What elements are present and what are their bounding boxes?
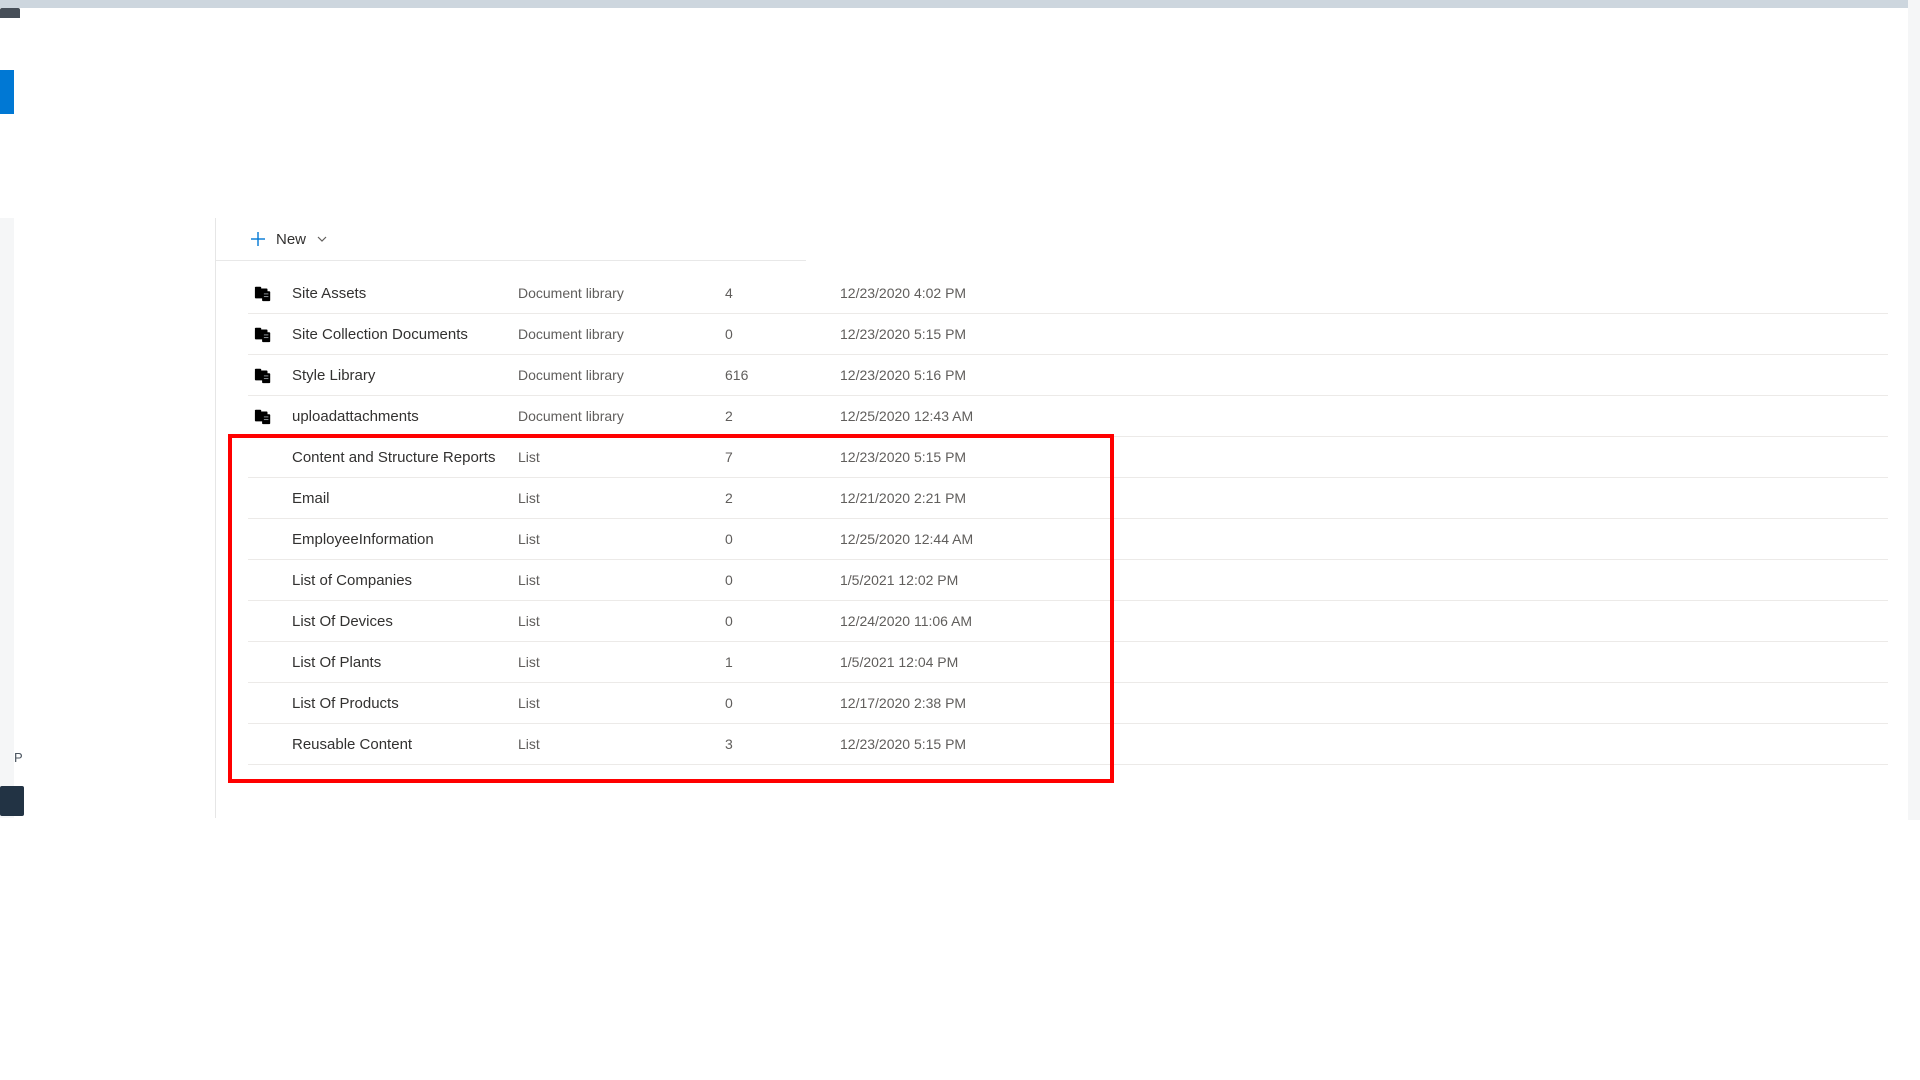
item-count: 0 [725,613,840,629]
item-name[interactable]: List of Companies [292,572,518,589]
item-name[interactable]: Site Assets [292,285,518,302]
table-row[interactable]: List Of PlantsList11/5/2021 12:04 PM [248,642,1888,683]
item-count: 0 [725,695,840,711]
item-name[interactable]: Content and Structure Reports [292,449,518,466]
item-modified: 12/23/2020 5:15 PM [840,736,1140,752]
list-icon [248,694,292,712]
item-count: 3 [725,736,840,752]
item-count: 2 [725,490,840,506]
list-icon [248,571,292,589]
list-icon [248,735,292,753]
item-modified: 12/24/2020 11:06 AM [840,613,1140,629]
document-library-icon [248,325,292,343]
background-tab-fragment [0,8,20,18]
item-count: 1 [725,654,840,670]
item-type: List [518,531,725,547]
item-type: Document library [518,326,725,342]
item-type: Document library [518,367,725,383]
item-type: List [518,490,725,506]
list-icon [248,489,292,507]
site-contents-list: Site AssetsDocument library412/23/2020 4… [248,273,1888,765]
item-type: List [518,572,725,588]
leftnav-divider [215,218,216,818]
item-name[interactable]: List Of Plants [292,654,518,671]
item-modified: 1/5/2021 12:02 PM [840,572,1140,588]
list-icon [248,530,292,548]
table-row[interactable]: Site AssetsDocument library412/23/2020 4… [248,273,1888,314]
table-row[interactable]: uploadattachmentsDocument library212/25/… [248,396,1888,437]
item-modified: 1/5/2021 12:04 PM [840,654,1140,670]
background-left-label: P [14,750,23,765]
item-modified: 12/23/2020 4:02 PM [840,285,1140,301]
item-name[interactable]: Style Library [292,367,518,384]
item-name[interactable]: Email [292,490,518,507]
table-row[interactable]: List Of DevicesList012/24/2020 11:06 AM [248,601,1888,642]
item-modified: 12/23/2020 5:15 PM [840,449,1140,465]
table-row[interactable]: Content and Structure ReportsList712/23/… [248,437,1888,478]
item-name[interactable]: List Of Products [292,695,518,712]
table-row[interactable]: Site Collection DocumentsDocument librar… [248,314,1888,355]
item-count: 0 [725,531,840,547]
background-right-strip [1908,0,1920,820]
new-button[interactable]: New [244,227,334,252]
item-count: 0 [725,572,840,588]
toolbar: New [216,218,806,261]
list-icon [248,448,292,466]
table-row[interactable]: EmailList212/21/2020 2:21 PM [248,478,1888,519]
document-library-icon [248,407,292,425]
item-modified: 12/21/2020 2:21 PM [840,490,1140,506]
document-library-icon [248,284,292,302]
item-type: List [518,449,725,465]
table-row[interactable]: Reusable ContentList312/23/2020 5:15 PM [248,724,1888,765]
item-modified: 12/25/2020 12:44 AM [840,531,1140,547]
item-name[interactable]: Reusable Content [292,736,518,753]
table-row[interactable]: Style LibraryDocument library61612/23/20… [248,355,1888,396]
background-left-accent [0,70,14,114]
item-modified: 12/23/2020 5:15 PM [840,326,1140,342]
list-icon [248,653,292,671]
background-left-badge [0,786,24,816]
item-count: 4 [725,285,840,301]
item-type: List [518,654,725,670]
item-name[interactable]: Site Collection Documents [292,326,518,343]
item-type: List [518,695,725,711]
table-row[interactable]: List of CompaniesList01/5/2021 12:02 PM [248,560,1888,601]
background-left-nav-strip [0,218,14,818]
item-modified: 12/25/2020 12:43 AM [840,408,1140,424]
item-type: Document library [518,285,725,301]
item-count: 0 [725,326,840,342]
item-type: List [518,613,725,629]
item-name[interactable]: EmployeeInformation [292,531,518,548]
new-button-label: New [276,231,306,248]
table-row[interactable]: EmployeeInformationList012/25/2020 12:44… [248,519,1888,560]
item-count: 7 [725,449,840,465]
item-count: 616 [725,367,840,383]
item-modified: 12/23/2020 5:16 PM [840,367,1140,383]
item-name[interactable]: List Of Devices [292,613,518,630]
list-icon [248,612,292,630]
table-row[interactable]: List Of ProductsList012/17/2020 2:38 PM [248,683,1888,724]
chevron-down-icon [316,233,328,245]
plus-icon [250,231,266,247]
item-type: List [518,736,725,752]
item-name[interactable]: uploadattachments [292,408,518,425]
item-modified: 12/17/2020 2:38 PM [840,695,1140,711]
background-top-strip [0,0,1920,8]
item-count: 2 [725,408,840,424]
item-type: Document library [518,408,725,424]
document-library-icon [248,366,292,384]
